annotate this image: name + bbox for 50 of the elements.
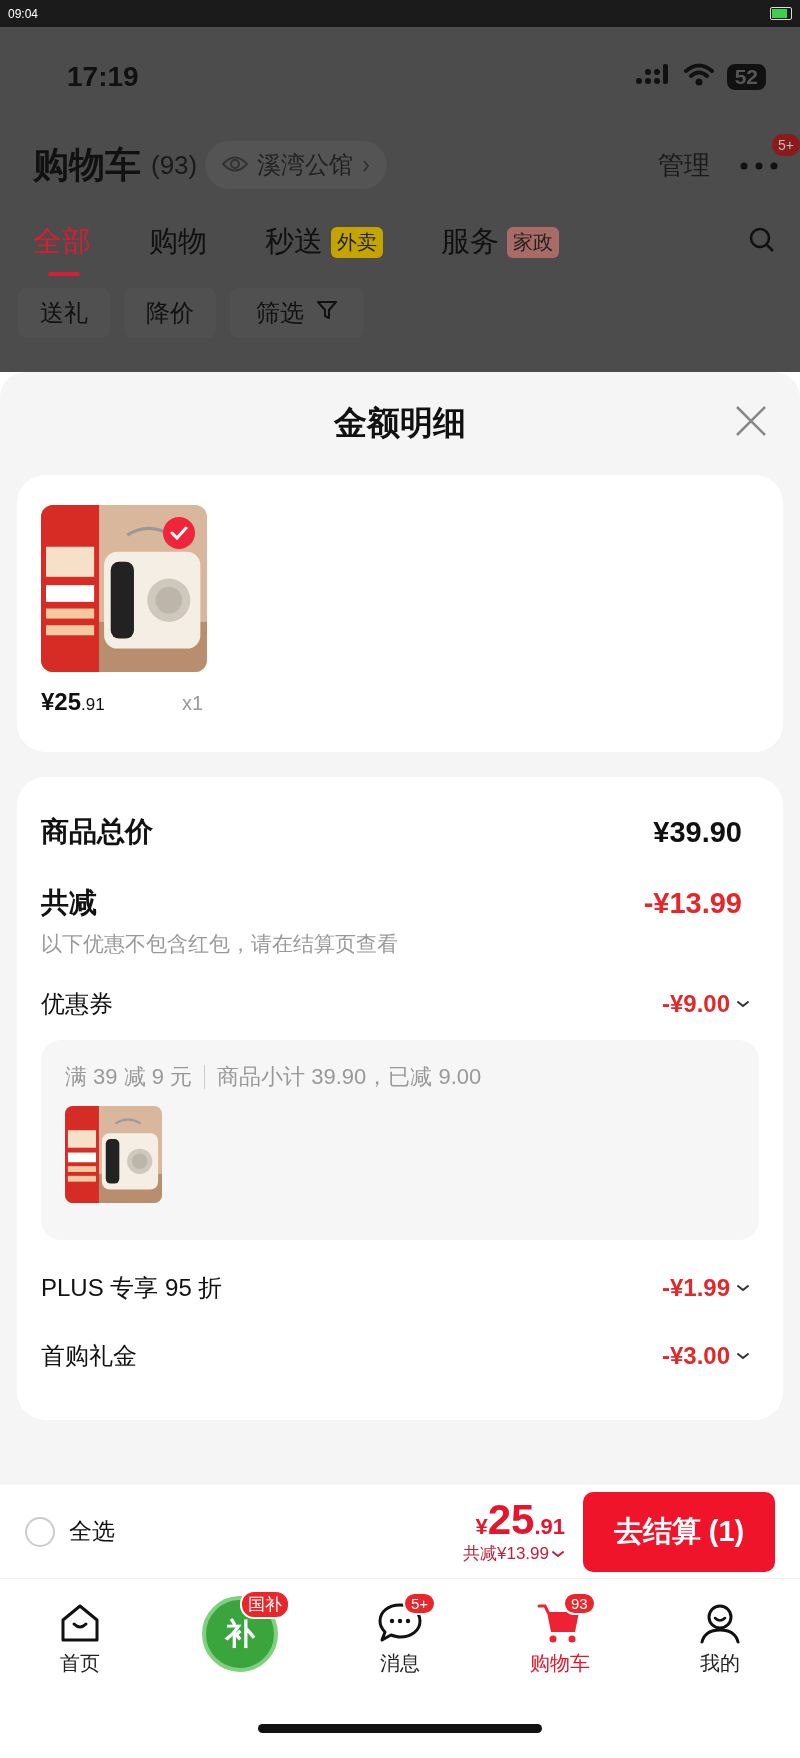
category-tag: 外卖 [331, 226, 383, 258]
saving-amount[interactable]: 共减¥13.99 [463, 1542, 549, 1565]
status-time: 17:19 [67, 61, 139, 93]
total-price: ¥25.91 [475, 1498, 565, 1542]
discount-label: 优惠券 [41, 989, 113, 1019]
filter-chip[interactable]: 降价 [124, 288, 216, 338]
select-all-radio[interactable] [25, 1516, 55, 1547]
notification-badge: 国补 [240, 1590, 290, 1619]
tab-bar-item[interactable]: 93 购物车 [480, 1579, 640, 1689]
tab-bar-item[interactable]: 我的 [640, 1579, 800, 1689]
sheet-title: 金额明细 [334, 403, 466, 443]
page-title: 购物车 [33, 142, 141, 187]
battery-icon [770, 7, 792, 20]
category-tab[interactable]: 购物 [149, 208, 207, 276]
select-all-label[interactable]: 全选 [69, 1516, 115, 1547]
coupon-detail: 商品小计 39.90，已减 9.00 [217, 1063, 482, 1091]
checkout-button[interactable]: 去结算 (1) [583, 1491, 775, 1572]
category-tab[interactable]: 秒送 外卖 [265, 208, 383, 276]
notification-badge: 5+ [403, 1592, 437, 1615]
category-tab[interactable]: 服务 家政 [441, 208, 559, 276]
discount-value: -¥1.99 [661, 1274, 730, 1302]
tab-bar-item[interactable]: 首页 [0, 1579, 160, 1689]
reduction-value: -¥13.99 [643, 886, 742, 920]
filter-chip[interactable]: 筛选 [230, 288, 364, 338]
chevron-down-icon[interactable] [551, 1548, 565, 1559]
chevron-down-icon[interactable] [736, 1283, 750, 1293]
discount-label: 首购礼金 [41, 1341, 137, 1371]
tab-bar-item[interactable]: 国补 补 [160, 1579, 320, 1689]
quantity: x1 [181, 692, 203, 715]
close-icon[interactable] [735, 405, 767, 437]
filter-chip[interactable]: 送礼 [18, 288, 110, 338]
reduction-note: 以下优惠不包含红包，请在结算页查看 [41, 931, 399, 957]
chevron-down-icon[interactable] [736, 999, 750, 1009]
discount-value: -¥3.00 [661, 1342, 730, 1370]
category-tag: 家政 [507, 226, 559, 258]
discount-label: PLUS 专享 95 折 [41, 1273, 223, 1303]
coupon-rule: 满 39 减 9 元 [65, 1063, 193, 1091]
product-price: ¥25.91 [41, 688, 105, 716]
battery-indicator: 52 [726, 64, 766, 90]
total-label: 商品总价 [41, 815, 153, 849]
house-icon [59, 1602, 101, 1644]
person-icon [699, 1602, 741, 1644]
clock: 09:04 [8, 6, 39, 21]
reduction-label: 共减 [41, 886, 97, 920]
discount-value: -¥9.00 [661, 990, 730, 1018]
notification-badge: 5+ [772, 134, 800, 156]
total-value: ¥39.90 [653, 815, 742, 849]
notification-badge: 93 [563, 1592, 596, 1615]
tab-bar-item[interactable]: 5+ 消息 [320, 1579, 480, 1689]
chevron-down-icon[interactable] [736, 1351, 750, 1361]
